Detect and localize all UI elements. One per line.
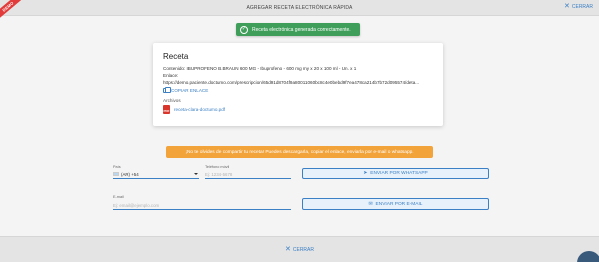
card-title: Receta bbox=[163, 52, 189, 61]
phone-placeholder: Ej: 1234-5678 bbox=[205, 171, 233, 177]
close-icon: ✕ bbox=[285, 246, 291, 253]
copy-link-button[interactable]: COPIAR ENLACE bbox=[163, 87, 433, 93]
phone-input[interactable]: Ej: 1234-5678 bbox=[205, 170, 291, 179]
prescription-content: Contenido: IBUPROFENO B.BRAUN 600 MG - I… bbox=[163, 66, 357, 71]
files-label: Archivos bbox=[163, 98, 181, 103]
email-button-label: ENVIAR POR E-MAIL bbox=[375, 201, 423, 207]
prescription-card: Receta Contenido: IBUPROFENO B.BRAUN 600… bbox=[153, 43, 443, 126]
share-warning-banner: ¡No te olvides de compartir tu receta! P… bbox=[166, 146, 433, 158]
country-select[interactable]: (AR) +54 bbox=[113, 170, 199, 179]
success-toast: ✓ Receta electrónica generada correctame… bbox=[236, 23, 360, 36]
copy-icon bbox=[163, 87, 171, 93]
dialog-footer: ✕ CERRAR bbox=[0, 236, 599, 262]
link-label: Enlace: bbox=[163, 73, 179, 78]
email-placeholder: Ej: email@ejemplo.com bbox=[113, 202, 160, 208]
whatsapp-button-label: ENVIAR POR WHATSAPP bbox=[370, 171, 428, 176]
chevron-down-icon bbox=[194, 173, 198, 175]
prescription-link[interactable]: https://demo.paciente.doctumo.com/prescr… bbox=[163, 79, 433, 86]
country-value: (AR) +54 bbox=[121, 171, 139, 177]
country-label: País bbox=[113, 165, 121, 169]
file-name-link[interactable]: receta-clara-doctumo.pdf bbox=[174, 107, 225, 112]
email-input[interactable]: Ej: email@ejemplo.com bbox=[113, 201, 291, 210]
copy-link-label: COPIAR ENLACE bbox=[171, 88, 209, 93]
footer-close-button[interactable]: ✕ CERRAR bbox=[0, 246, 599, 253]
dialog-title: AGREGAR RECETA ELECTRÓNICA RÁPIDA bbox=[246, 5, 353, 11]
email-label: E-mail bbox=[113, 195, 124, 199]
pdf-file-icon: PDF bbox=[163, 105, 170, 114]
phone-label: Teléfono móvil bbox=[205, 165, 230, 169]
warning-message: ¡No te olvides de compartir tu receta! P… bbox=[185, 149, 414, 155]
check-circle-icon: ✓ bbox=[240, 25, 248, 34]
send-email-button[interactable]: ✉ ENVIAR POR E-MAIL bbox=[302, 198, 489, 210]
footer-close-label: CERRAR bbox=[292, 247, 314, 253]
file-item[interactable]: PDF receta-clara-doctumo.pdf bbox=[163, 105, 433, 114]
header-close-label: CERRAR bbox=[571, 4, 593, 10]
argentina-flag-icon bbox=[113, 172, 119, 176]
mail-icon: ✉ bbox=[368, 201, 373, 207]
toast-message: Receta electrónica generada correctament… bbox=[252, 26, 351, 33]
header-close-button[interactable]: ✕ CERRAR bbox=[564, 3, 593, 10]
dialog-header: AGREGAR RECETA ELECTRÓNICA RÁPIDA ✕ CERR… bbox=[0, 0, 599, 16]
send-icon: ➤ bbox=[363, 171, 368, 176]
close-icon: ✕ bbox=[564, 3, 570, 10]
send-whatsapp-button[interactable]: ➤ ENVIAR POR WHATSAPP bbox=[302, 168, 489, 179]
